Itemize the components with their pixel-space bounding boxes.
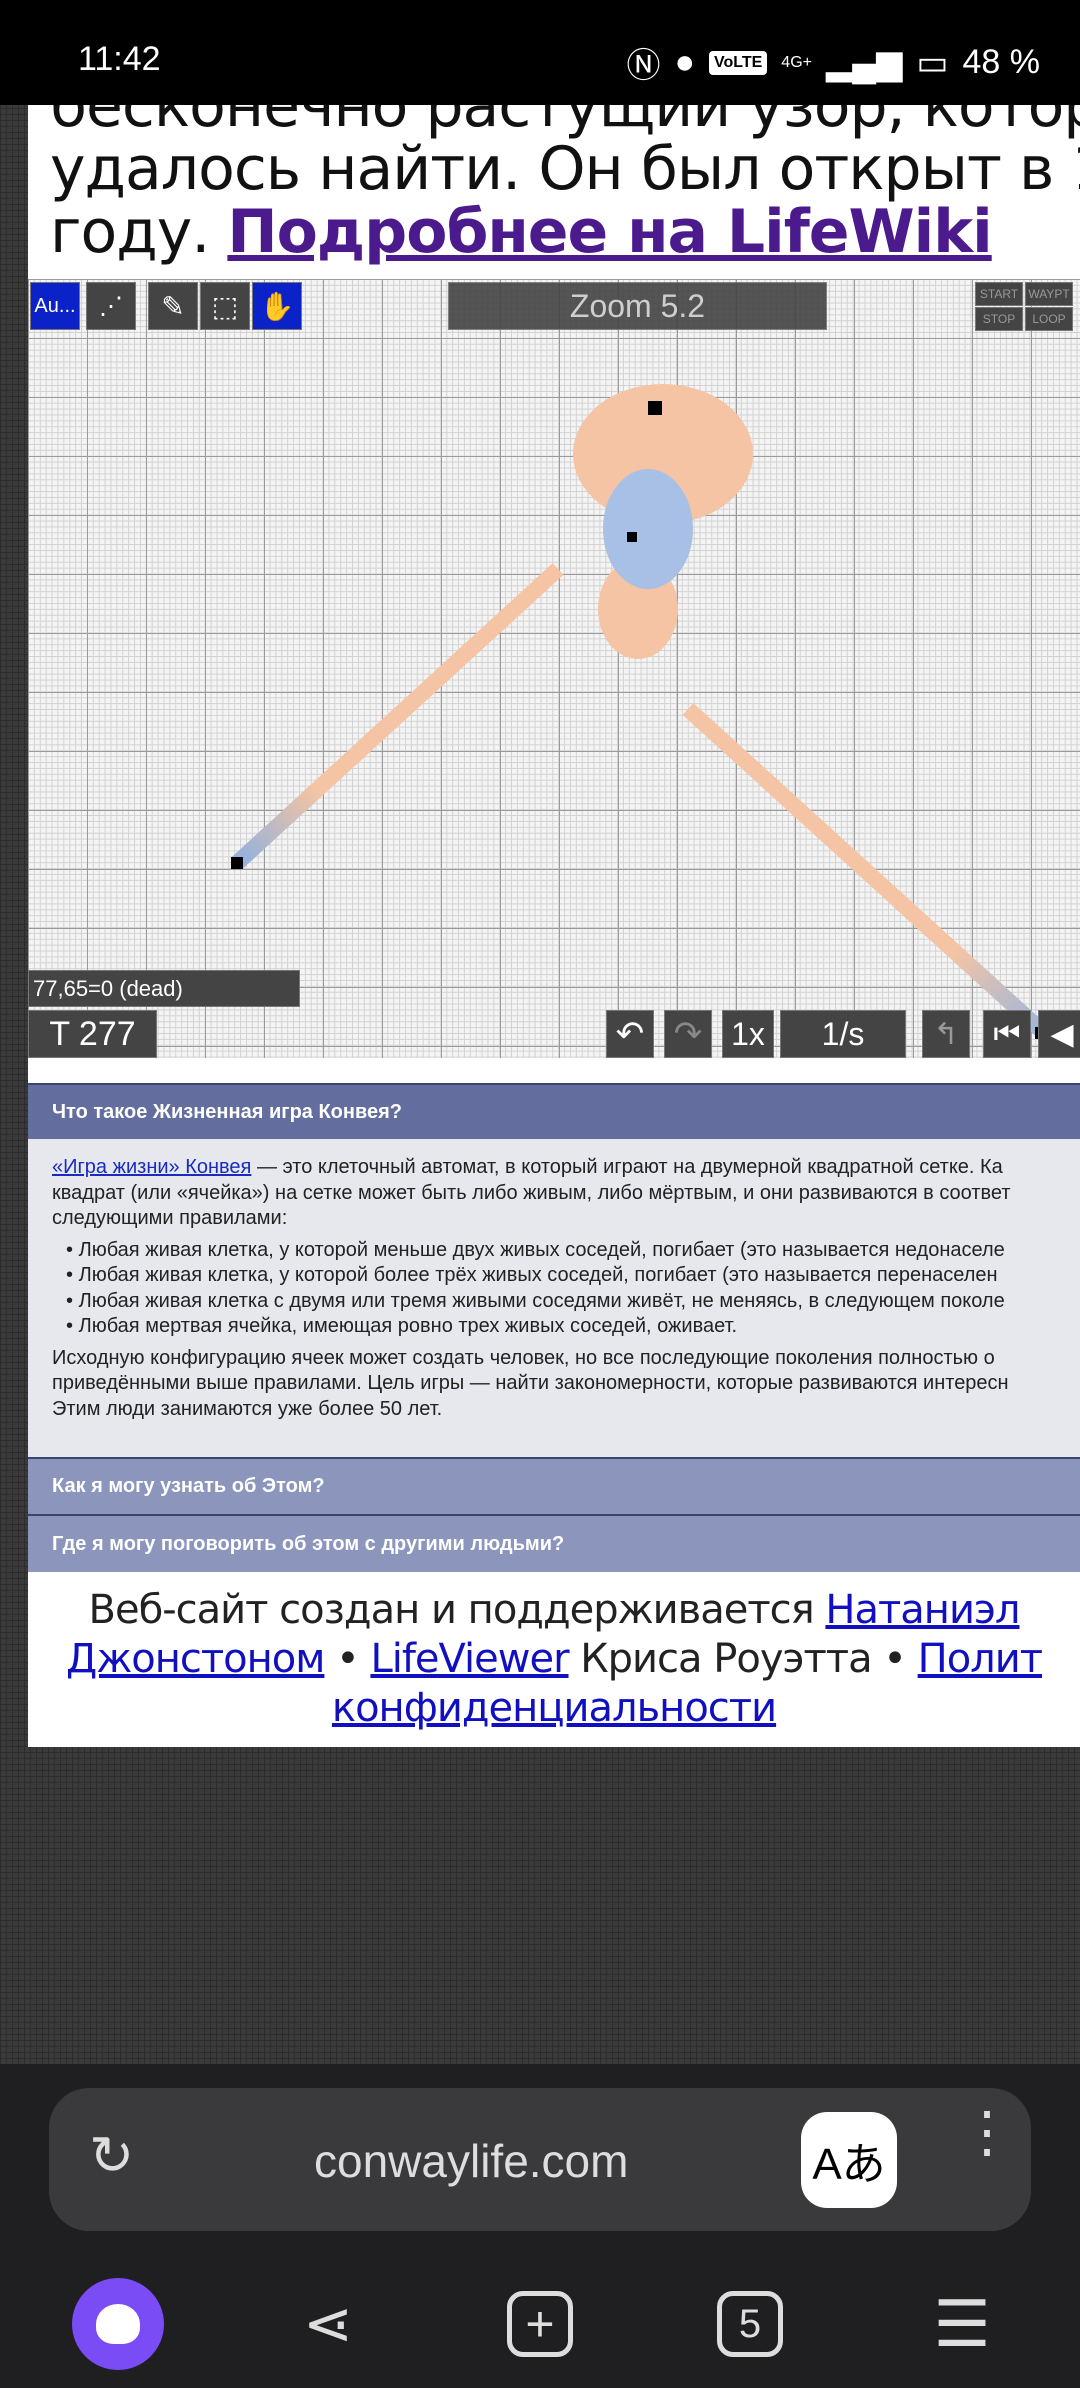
translate-icon[interactable]: Aあ xyxy=(801,2112,897,2208)
stop-button[interactable]: STOP xyxy=(975,307,1023,331)
pencil-icon[interactable]: ✎ xyxy=(148,282,198,330)
tabs-button[interactable]: 5 xyxy=(700,2274,800,2374)
rule-item: Любая живая клетка, у которой более трёх… xyxy=(66,1263,1056,1289)
body-text: — это клеточный автомат, в который играю… xyxy=(251,1156,1003,1178)
body-text: приведёнными выше правилами. Цель игры —… xyxy=(52,1372,1009,1394)
pattern-region-blue xyxy=(603,469,693,589)
section-header-discuss[interactable]: Где я могу поговорить об этом с другими … xyxy=(28,1514,1080,1572)
rule-item: Любая живая клетка с двумя или тремя жив… xyxy=(66,1289,1056,1315)
battery-icon: ▭ xyxy=(916,43,949,82)
footer-text: Криса Роуэтта xyxy=(568,1636,872,1682)
tabs-count: 5 xyxy=(717,2291,783,2357)
intro-text: бесконечно растущий узор, который удалос… xyxy=(50,105,1080,264)
glider xyxy=(231,857,243,869)
section-body: «Игра жизни» Конвея — это клеточный авто… xyxy=(28,1139,1080,1457)
status-bar: 11:42 Ⓝ ● VoLTE 4G+ ▂▄▆ ▭ 48 % xyxy=(0,0,1080,105)
play-back-icon[interactable]: ◀ xyxy=(1038,1010,1080,1058)
signal-icon: ▂▄▆ xyxy=(825,43,903,82)
footer: Веб-сайт создан и поддерживается Натаниэ… xyxy=(28,1572,1080,1747)
lifeviewer-link[interactable]: LifeViewer xyxy=(370,1636,569,1682)
glider-trail-left xyxy=(230,563,564,870)
rule-item: Любая живая клетка, у которой меньше дву… xyxy=(66,1238,1056,1264)
menu-icon[interactable]: ☰ xyxy=(912,2274,1012,2374)
clock: 11:42 xyxy=(78,40,161,78)
network-type: 4G+ xyxy=(781,53,812,71)
privacy-link[interactable]: Полит xyxy=(918,1636,1043,1682)
nfc-icon: Ⓝ xyxy=(626,47,661,85)
live-cells xyxy=(648,401,662,415)
live-cells xyxy=(627,532,637,542)
separator: • xyxy=(871,1636,918,1682)
footer-text: Веб-сайт создан и поддерживается xyxy=(88,1587,826,1633)
loop-button[interactable]: LOOP xyxy=(1025,307,1073,331)
waypt-button[interactable]: WAYPT xyxy=(1025,282,1073,306)
intro-line: году. xyxy=(50,197,228,267)
section-header-what-is[interactable]: Что такое Жизненная игра Конвея? xyxy=(28,1083,1080,1139)
location-icon: ● xyxy=(674,43,695,81)
rate-display[interactable]: 1/s xyxy=(780,1010,906,1058)
browser-bar: ↻ conwaylife.com Aあ ⋮ ⋖ + 5 ☰ xyxy=(0,2064,1080,2388)
zoom-display[interactable]: Zoom 5.2 xyxy=(448,282,827,330)
body-text: Исходную конфигурацию ячеек может создат… xyxy=(52,1346,995,1369)
rule-item: Любая мертвая ячейка, имеющая ровно трех… xyxy=(66,1314,1056,1340)
lifeviewer-canvas[interactable]: Au... ⋰ ✎ ⬚ ✋ Zoom 5.2 START WAYPT STOP … xyxy=(28,279,1080,1058)
page-content: бесконечно растущий узор, который удалос… xyxy=(28,105,1080,1747)
lifewiki-link[interactable]: Подробнее на LifeWiki xyxy=(227,197,992,267)
cell-info: 77,65=0 (dead) xyxy=(28,970,300,1007)
new-tab-icon[interactable]: + xyxy=(490,2274,590,2374)
reset-icon[interactable]: ↰ xyxy=(922,1010,970,1058)
fit-icon[interactable]: ⋰ xyxy=(86,282,136,330)
share-icon[interactable]: ⋖ xyxy=(278,2274,378,2374)
author-link[interactable]: Джонстоном xyxy=(66,1636,325,1682)
author-link[interactable]: Натаниэл xyxy=(825,1587,1020,1633)
body-text: квадрат (или «ячейка») на сетке может бы… xyxy=(52,1181,1011,1204)
url-text[interactable]: conwaylife.com xyxy=(314,2134,628,2188)
more-icon[interactable]: ⋮ xyxy=(959,2104,1015,2160)
hand-icon[interactable]: ✋ xyxy=(252,282,302,330)
intro-line: удалось найти. Он был открыт в 19 xyxy=(50,134,1080,204)
start-button[interactable]: START xyxy=(975,282,1023,306)
rules-list: Любая живая клетка, у которой меньше дву… xyxy=(66,1238,1056,1340)
privacy-link[interactable]: конфиденциальности xyxy=(332,1685,777,1731)
separator: • xyxy=(324,1636,371,1682)
game-of-life-link[interactable]: «Игра жизни» Конвея xyxy=(52,1156,251,1178)
generation-counter: T 277 xyxy=(28,1010,157,1058)
alice-assistant-icon[interactable] xyxy=(68,2274,168,2374)
body-text: следующими правилами: xyxy=(52,1207,288,1229)
battery-percent: 48 % xyxy=(962,43,1041,81)
speed-multiplier[interactable]: 1x xyxy=(722,1010,774,1058)
autofit-button[interactable]: Au... xyxy=(30,282,80,330)
step-back-icon[interactable]: ⏮ xyxy=(983,1010,1031,1058)
volte-badge: VoLTE xyxy=(709,50,768,75)
glider-trail-right xyxy=(682,703,1049,1038)
pattern-drawing xyxy=(230,384,1049,1039)
reload-icon[interactable]: ↻ xyxy=(89,2124,134,2187)
address-bar[interactable]: ↻ conwaylife.com Aあ ⋮ xyxy=(49,2088,1031,2231)
section-header-learn-more[interactable]: Как я могу узнать об Этом? xyxy=(28,1457,1080,1514)
body-text: Этим люди занимаются уже более 50 лет. xyxy=(52,1397,443,1420)
select-icon[interactable]: ⬚ xyxy=(200,282,250,330)
redo-icon[interactable]: ↷ xyxy=(664,1010,712,1058)
undo-icon[interactable]: ↶ xyxy=(606,1010,654,1058)
